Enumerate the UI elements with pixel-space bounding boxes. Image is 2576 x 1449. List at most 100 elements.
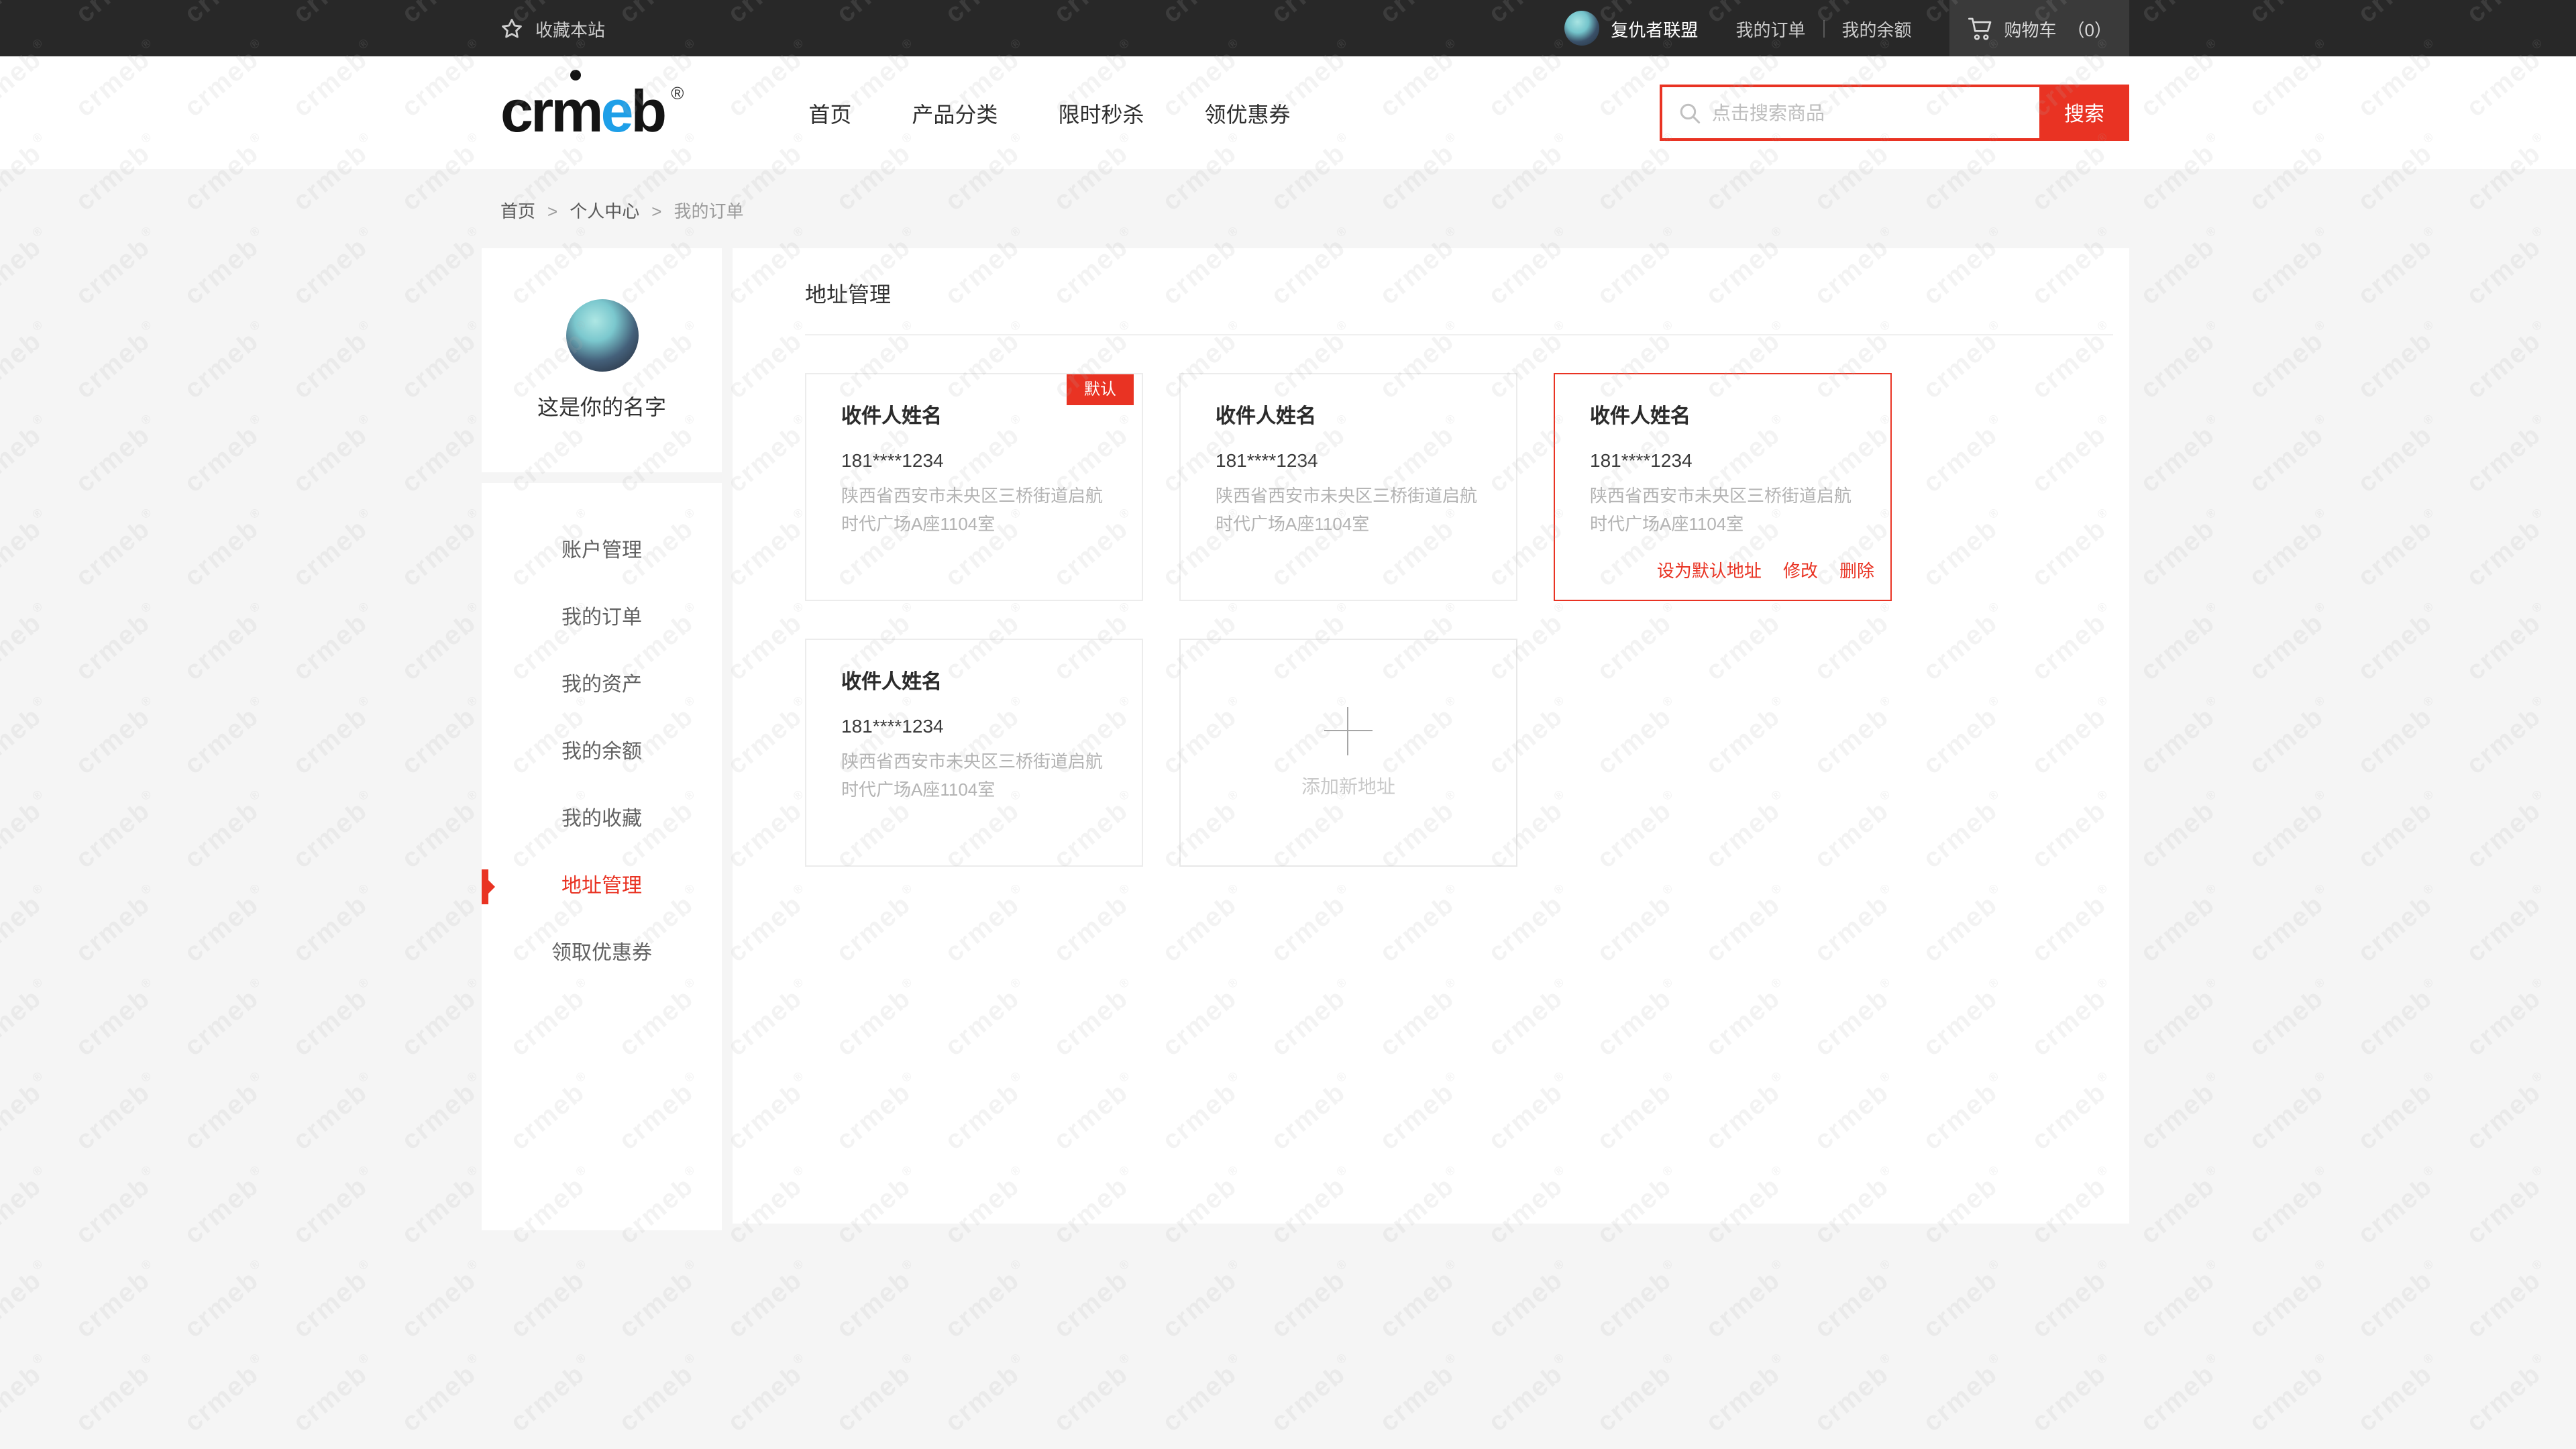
watermark: crmeb® [941, 1354, 1032, 1437]
watermark: crmeb® [2462, 321, 2554, 404]
watermark: crmeb® [2571, 508, 2576, 592]
edit-address-link[interactable]: 修改 [1783, 557, 1818, 582]
watermark: crmeb® [2245, 602, 2337, 686]
add-address-card[interactable]: 添加新地址 [1179, 639, 1517, 867]
watermark: crmeb® [397, 696, 489, 780]
watermark: crmeb® [2462, 696, 2554, 780]
watermark: crmeb® [2571, 415, 2576, 498]
watermark: crmeb® [397, 790, 489, 873]
watermark: crmeb® [71, 508, 163, 592]
watermark: crmeb® [2571, 1072, 2576, 1155]
user-menu[interactable]: 复仇者联盟 [1564, 11, 1698, 46]
watermark: crmeb® [0, 1260, 54, 1343]
watermark: crmeb® [288, 1072, 380, 1155]
watermark: crmeb® [71, 884, 163, 967]
watermark: crmeb® [0, 321, 54, 404]
sidebar-item-4[interactable]: 我的余额 [482, 719, 722, 786]
sidebar-item-2[interactable]: 我的订单 [482, 585, 722, 652]
watermark: crmeb® [2571, 1260, 2576, 1343]
watermark: crmeb® [2571, 696, 2576, 780]
sidebar-item-5[interactable]: 我的收藏 [482, 786, 722, 853]
breadcrumb-item-2[interactable]: 个人中心 [570, 203, 639, 221]
sidebar-item-7[interactable]: 领取优惠券 [482, 920, 722, 987]
watermark: crmeb® [288, 790, 380, 873]
watermark: crmeb® [0, 508, 54, 592]
watermark: crmeb® [180, 321, 272, 404]
address-card[interactable]: 收件人姓名181****1234陕西省西安市未央区三桥街道启航时代广场A座110… [1554, 373, 1892, 601]
watermark: crmeb® [2136, 415, 2228, 498]
watermark: crmeb® [2571, 602, 2576, 686]
watermark: crmeb® [614, 1354, 706, 1437]
watermark: crmeb® [2245, 321, 2337, 404]
watermark: crmeb® [1158, 1354, 1250, 1437]
watermark: crmeb® [2462, 790, 2554, 873]
address-management-panel: 地址管理 默认收件人姓名181****1234陕西省西安市未央区三桥街道启航时代… [733, 248, 2129, 1224]
watermark: crmeb® [2353, 1354, 2445, 1437]
watermark: crmeb® [180, 884, 272, 967]
watermark: crmeb® [71, 1354, 163, 1437]
cart-button[interactable]: 购物车（0） [1949, 0, 2130, 56]
watermark: crmeb® [397, 1354, 489, 1437]
watermark: crmeb® [1810, 1354, 1902, 1437]
watermark: crmeb® [397, 884, 489, 967]
watermark: crmeb® [0, 602, 54, 686]
nav-item-4[interactable]: 领优惠券 [1204, 97, 1290, 129]
recipient-address: 陕西省西安市未央区三桥街道启航时代广场A座1104室 [841, 482, 1118, 538]
watermark: crmeb® [2353, 1166, 2445, 1249]
logo[interactable]: crmeb® [500, 83, 677, 142]
watermark: crmeb® [0, 696, 54, 780]
watermark: crmeb® [288, 415, 380, 498]
header: crmeb® 首页 产品分类 限时秒杀 领优惠券 搜索 [0, 56, 2576, 169]
favorite-site-link[interactable]: 收藏本站 [482, 15, 605, 41]
address-card[interactable]: 收件人姓名181****1234陕西省西安市未央区三桥街道启航时代广场A座110… [805, 639, 1143, 867]
watermark: crmeb® [2245, 1166, 2337, 1249]
address-card[interactable]: 收件人姓名181****1234陕西省西安市未央区三桥街道启航时代广场A座110… [1179, 373, 1517, 601]
sidebar-item-1[interactable]: 账户管理 [482, 518, 722, 585]
watermark: crmeb® [832, 1260, 924, 1343]
address-card[interactable]: 默认收件人姓名181****1234陕西省西安市未央区三桥街道启航时代广场A座1… [805, 373, 1143, 601]
nav-item-3[interactable]: 限时秒杀 [1058, 97, 1144, 129]
search-icon [1678, 101, 1701, 124]
nav-item-1[interactable]: 首页 [808, 97, 851, 129]
watermark: crmeb® [1484, 1260, 1576, 1343]
watermark: crmeb® [180, 415, 272, 498]
search-button[interactable]: 搜索 [2039, 85, 2129, 141]
watermark: crmeb® [506, 1260, 598, 1343]
recipient-address: 陕西省西安市未央区三桥街道启航时代广场A座1104室 [1590, 482, 1866, 538]
watermark: crmeb® [2027, 1354, 2119, 1437]
watermark: crmeb® [723, 1260, 815, 1343]
content: 这是你的名字 账户管理我的订单我的资产我的余额我的收藏地址管理领取优惠券 地址管… [482, 248, 2129, 1230]
nav-item-2[interactable]: 产品分类 [912, 97, 998, 129]
delete-address-link[interactable]: 删除 [1839, 557, 1874, 582]
watermark: crmeb® [397, 227, 489, 310]
watermark: crmeb® [0, 1354, 54, 1437]
watermark: crmeb® [180, 1072, 272, 1155]
breadcrumb-item-1[interactable]: 首页 [500, 203, 535, 221]
watermark: crmeb® [288, 321, 380, 404]
address-cards: 默认收件人姓名181****1234陕西省西安市未央区三桥街道启航时代广场A座1… [805, 373, 2113, 904]
add-address-label: 添加新地址 [1301, 772, 1395, 799]
search-input[interactable] [1701, 102, 2039, 123]
avatar[interactable] [566, 299, 638, 372]
search-box: 搜索 [1660, 85, 2129, 141]
watermark: crmeb® [2462, 978, 2554, 1061]
watermark: crmeb® [1158, 1260, 1250, 1343]
recipient-phone: 181****1234 [1590, 448, 1866, 472]
watermark: crmeb® [2353, 978, 2445, 1061]
topbar-my-orders[interactable]: 我的订单 [1735, 15, 1805, 41]
watermark: crmeb® [2462, 1166, 2554, 1249]
watermark: crmeb® [2353, 884, 2445, 967]
sidebar-item-3[interactable]: 我的资产 [482, 652, 722, 719]
topbar-my-balance[interactable]: 我的余额 [1841, 15, 1911, 41]
watermark: crmeb® [288, 978, 380, 1061]
set-default-address-link[interactable]: 设为默认地址 [1657, 557, 1762, 582]
watermark: crmeb® [2462, 602, 2554, 686]
topbar-right: 复仇者联盟 我的订单 我的余额 购物车（0） [1564, 0, 2129, 56]
watermark: crmeb® [2245, 1260, 2337, 1343]
watermark: crmeb® [0, 415, 54, 498]
page-title: 地址管理 [805, 276, 2113, 309]
cart-label: 购物车 [2004, 15, 2057, 41]
watermark: crmeb® [1593, 1354, 1684, 1437]
main-nav: 首页 产品分类 限时秒杀 领优惠券 [808, 97, 1290, 129]
sidebar-item-6[interactable]: 地址管理 [482, 853, 722, 920]
